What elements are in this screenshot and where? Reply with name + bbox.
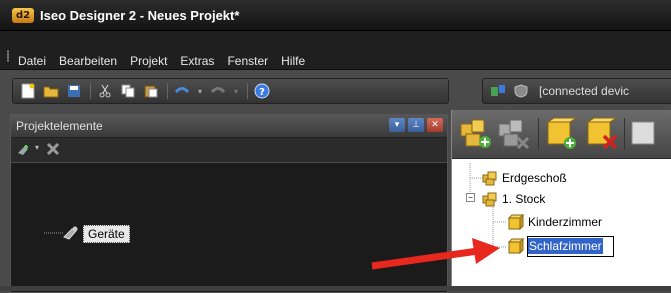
- add-device-icon[interactable]: [16, 143, 32, 160]
- tree-node-room-editing[interactable]: Schlafzimmer: [508, 235, 614, 257]
- delete-room-icon[interactable]: [584, 116, 620, 155]
- rename-input[interactable]: Schlafzimmer: [527, 235, 614, 257]
- add-building-icon[interactable]: [458, 116, 494, 155]
- tree-node-label: Kinderzimmer: [528, 215, 603, 229]
- app-logo: d2: [12, 7, 34, 23]
- tree-node-floor[interactable]: Erdgeschoß: [482, 169, 567, 187]
- device-toolbar: [connected devic: [482, 78, 671, 104]
- save-icon[interactable]: [65, 82, 83, 100]
- connection-status: [connected devic: [539, 84, 630, 98]
- menu-bar: Datei Bearbeiten Projekt Extras Fenster …: [0, 31, 671, 70]
- add-room-icon[interactable]: [544, 116, 580, 155]
- panel-header: Projektelemente ▾ ⊥ ✕: [11, 115, 447, 138]
- panel-toolbar: ▾: [11, 138, 447, 163]
- tree-node-geraete[interactable]: Geräte: [83, 225, 130, 243]
- undo-icon[interactable]: [173, 82, 191, 100]
- toolbar-separator: [167, 83, 168, 99]
- paste-icon[interactable]: [142, 82, 160, 100]
- panel-title: Projektelemente: [16, 119, 103, 133]
- open-folder-icon[interactable]: [42, 82, 60, 100]
- toolbar-separator: [90, 83, 91, 99]
- panel-dropdown-icon[interactable]: ▾: [389, 118, 405, 132]
- device-key-icon: [62, 225, 80, 244]
- device-sync-icon[interactable]: [489, 82, 507, 100]
- collapse-toggle[interactable]: −: [466, 193, 475, 202]
- menu-fenster[interactable]: Fenster: [227, 54, 276, 68]
- menu-projekt[interactable]: Projekt: [130, 54, 175, 68]
- menu-datei[interactable]: Datei: [18, 54, 54, 68]
- window-title: Iseo Designer 2 - Neues Projekt*: [40, 7, 240, 23]
- more-icon[interactable]: [628, 116, 671, 152]
- new-file-icon[interactable]: [19, 82, 37, 100]
- main-toolbar: ▾ ▾ ?: [12, 78, 449, 104]
- tree-node-floor[interactable]: 1. Stock: [482, 190, 545, 208]
- building-icon: [482, 192, 497, 207]
- copy-icon[interactable]: [119, 82, 137, 100]
- help-icon[interactable]: ?: [253, 82, 271, 100]
- building-icon: [482, 171, 497, 186]
- tree-connector: [44, 232, 63, 234]
- project-elements-panel: Projektelemente ▾ ⊥ ✕ ▾ Geräte: [10, 114, 448, 293]
- room-icon: [508, 214, 524, 230]
- building-tree: Erdgeschoß − 1. Stock Kinderzimmer Schla…: [452, 159, 671, 291]
- pin-icon[interactable]: ⊥: [408, 118, 424, 132]
- tree-node-label: Erdgeschoß: [502, 171, 567, 185]
- menu-bearbeiten[interactable]: Bearbeiten: [59, 54, 125, 68]
- menu-hilfe[interactable]: Hilfe: [281, 54, 313, 68]
- bottom-edge: [0, 286, 671, 291]
- add-device-dropdown-icon[interactable]: ▾: [35, 143, 39, 152]
- toolbar-separator: [624, 118, 625, 150]
- title-bar: d2 Iseo Designer 2 - Neues Projekt*: [0, 0, 671, 31]
- undo-dropdown-icon[interactable]: ▾: [196, 82, 204, 100]
- tree-node-label: 1. Stock: [502, 192, 546, 206]
- building-toolbar: [452, 110, 671, 159]
- delete-icon[interactable]: [45, 141, 61, 160]
- building-panel: Erdgeschoß − 1. Stock Kinderzimmer Schla…: [451, 110, 671, 291]
- delete-building-icon[interactable]: [496, 116, 532, 155]
- device-tree: Geräte: [11, 163, 447, 292]
- cut-icon[interactable]: [96, 82, 114, 100]
- svg-text:?: ?: [259, 87, 265, 98]
- tree-node-room[interactable]: Kinderzimmer: [508, 213, 602, 231]
- rename-input-text: Schlafzimmer: [528, 238, 603, 254]
- close-icon[interactable]: ✕: [427, 118, 443, 132]
- device-shield-icon[interactable]: [512, 82, 530, 100]
- redo-icon[interactable]: [209, 82, 227, 100]
- toolbar-separator: [247, 83, 248, 99]
- toolbar-separator: [538, 118, 539, 150]
- redo-dropdown-icon[interactable]: ▾: [232, 82, 240, 100]
- menu-extras[interactable]: Extras: [180, 54, 222, 68]
- menu-grip-icon: [7, 50, 9, 62]
- room-icon: [508, 238, 524, 254]
